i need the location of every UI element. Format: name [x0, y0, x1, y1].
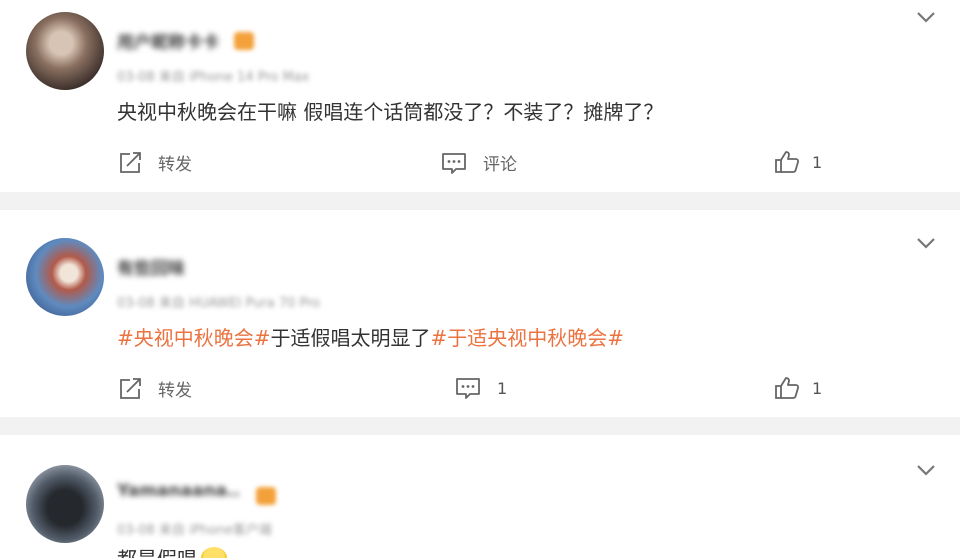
grimace-emoji-icon — [201, 547, 227, 558]
comment-meta: 03-08 来自 iPhone 14 Pro Max — [117, 70, 310, 85]
like-count: 1 — [812, 152, 823, 172]
repost-button[interactable]: 转发 — [118, 150, 192, 175]
repost-icon — [120, 151, 141, 173]
topic-link[interactable]: #央视中秋晚会# — [117, 326, 271, 350]
avatar[interactable] — [26, 238, 104, 316]
like-button[interactable]: 1 — [774, 376, 822, 400]
avatar[interactable] — [26, 465, 104, 543]
comment-text: #央视中秋晚会#于适假唱太明显了#于适央视中秋晚会# — [117, 322, 624, 351]
username[interactable]: 有些回味 — [117, 254, 185, 279]
chevron-down-icon[interactable] — [916, 10, 936, 24]
username[interactable]: 用户昵称卡卡 — [117, 28, 219, 53]
comment-meta: 03-08 来自 iPhone客户端 — [117, 523, 272, 538]
repost-button[interactable]: 转发 — [118, 376, 192, 401]
repost-label: 转发 — [158, 381, 192, 401]
comment-icon — [442, 152, 466, 174]
comment-card: Yamanaana.. 03-08 来自 iPhone客户端 都是假唱 — [0, 435, 960, 558]
comment-label: 评论 — [483, 155, 517, 175]
username[interactable]: Yamanaana.. — [117, 481, 240, 503]
topic-link[interactable]: #于适央视中秋晚会# — [431, 326, 625, 350]
comment-card: 有些回味 03-08 来自 HUAWEI Pura 70 Pro #央视中秋晚会… — [0, 210, 960, 417]
avatar[interactable] — [26, 12, 104, 90]
repost-label: 转发 — [158, 155, 192, 175]
comment-button[interactable]: 评论 — [441, 150, 517, 175]
thumbs-up-icon — [775, 151, 800, 173]
comment-text: 央视中秋晚会在干嘛 假唱连个话筒都没了？不装了？摊牌了？ — [117, 100, 664, 124]
like-button[interactable]: 1 — [774, 150, 822, 174]
vip-badge-icon — [234, 32, 254, 50]
chevron-down-icon[interactable] — [916, 463, 936, 477]
comment-text: 都是假唱 — [117, 543, 227, 558]
comment-card: 用户昵称卡卡 03-08 来自 iPhone 14 Pro Max 央视中秋晚会… — [0, 0, 960, 192]
like-count: 1 — [812, 378, 823, 398]
comment-count: 1 — [497, 378, 508, 398]
thumbs-up-icon — [775, 377, 800, 399]
comment-button[interactable]: 1 — [455, 376, 507, 400]
comment-feed: 用户昵称卡卡 03-08 来自 iPhone 14 Pro Max 央视中秋晚会… — [0, 0, 960, 558]
vip-badge-icon — [256, 487, 276, 505]
comment-text-plain: 于适假唱太明显了 — [270, 326, 431, 350]
repost-icon — [120, 377, 141, 399]
comment-meta: 03-08 来自 HUAWEI Pura 70 Pro — [117, 296, 321, 311]
chevron-down-icon[interactable] — [916, 236, 936, 250]
comment-text-plain: 都是假唱 — [117, 547, 197, 558]
comment-icon — [456, 378, 480, 399]
